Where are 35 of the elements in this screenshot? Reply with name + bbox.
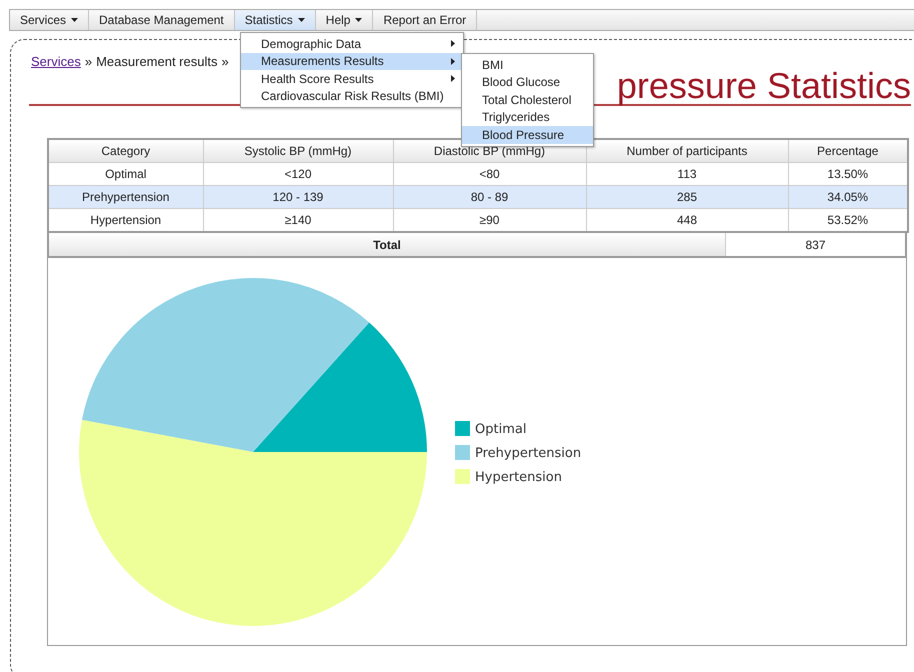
menu-item[interactable]: Measurements Results xyxy=(241,52,463,70)
column-header: Systolic BP (mmHg) xyxy=(203,139,393,162)
breadcrumb-separator: » xyxy=(84,54,92,71)
breadcrumb-link[interactable]: Services xyxy=(31,54,81,72)
menu-item[interactable]: Blood Glucose xyxy=(462,74,593,91)
legend-swatch xyxy=(455,469,470,484)
column-header: Number of participants xyxy=(586,139,788,162)
legend-label: Optimal xyxy=(475,422,526,437)
total-value: 837 xyxy=(804,236,827,254)
menu-item[interactable]: Health Score Results xyxy=(241,70,463,88)
menu-item[interactable]: Cardiovascular Risk Results (BMI) xyxy=(241,88,463,105)
table-cell: 285 xyxy=(586,186,788,208)
breadcrumb-separator: » xyxy=(221,54,229,71)
legend-swatch xyxy=(455,445,470,460)
menu-item[interactable]: Triglycerides xyxy=(462,108,593,126)
menu-item[interactable]: Total Cholesterol xyxy=(462,91,593,108)
page-title: pressure Statistics xyxy=(616,65,911,106)
legend-label: Prehypertension xyxy=(475,446,582,461)
legend-label: Hypertension xyxy=(475,470,562,485)
column-header: Category xyxy=(48,139,203,162)
legend-swatch xyxy=(455,421,470,436)
menu-item[interactable]: Services xyxy=(10,10,90,30)
menu-item[interactable]: Blood Pressure xyxy=(462,126,593,144)
column-header: Percentage xyxy=(788,139,908,162)
menu-item[interactable]: Statistics xyxy=(234,10,316,30)
table-cell: 34.05% xyxy=(788,186,908,208)
table-cell: 80 - 89 xyxy=(393,186,586,208)
table-cell: 120 - 139 xyxy=(203,186,393,208)
total-label: Total xyxy=(49,233,726,256)
table-cell: Prehypertension xyxy=(48,186,203,208)
menu-item[interactable]: Demographic Data xyxy=(241,35,463,52)
breadcrumb-item: Measurement results xyxy=(96,54,218,71)
menu-item[interactable]: Report an Error xyxy=(373,10,478,30)
menu-item[interactable]: BMI xyxy=(462,56,593,74)
menu-item[interactable]: Help xyxy=(316,10,374,30)
